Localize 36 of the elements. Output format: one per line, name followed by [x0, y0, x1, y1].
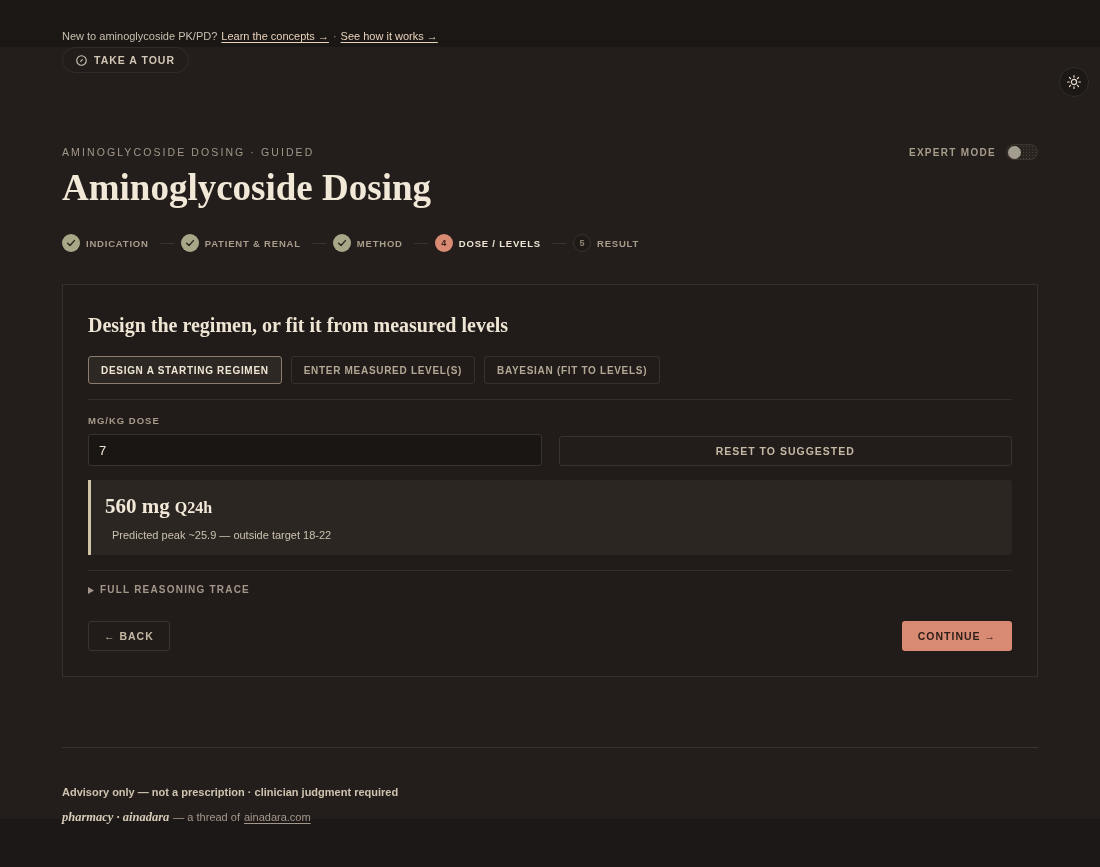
continue-button[interactable]: CONTINUE → [901, 621, 1012, 651]
credit-text: — a thread of [173, 810, 240, 825]
step-label[interactable]: RESULT [597, 237, 640, 249]
step-label[interactable]: PATIENT & RENAL [204, 237, 301, 249]
mode-tab[interactable]: ENTER MEASURED LEVEL(S) [290, 356, 476, 384]
link-separator: · [332, 29, 337, 43]
mode-tab[interactable]: DESIGN A STARTING REGIMEN [88, 356, 282, 384]
sun-icon [1067, 75, 1081, 89]
step-label[interactable]: INDICATION [86, 237, 149, 249]
expert-mode-switch[interactable] [1006, 144, 1038, 160]
compass-icon [76, 54, 87, 66]
banner-text: New to aminoglycoside PK/PD? [62, 29, 218, 43]
reasoning-trace-toggle[interactable]: FULL REASONING TRACE [88, 584, 250, 596]
result-note: Predicted peak ~25.9 — outside target 18-22 [112, 528, 332, 542]
step-label[interactable]: DOSE / LEVELS [458, 237, 541, 249]
back-button[interactable]: ← BACK [88, 621, 170, 651]
page-eyebrow: AMINOGLYCOSIDE DOSING · GUIDED [62, 146, 316, 158]
site-link[interactable]: ainadara.com [243, 809, 311, 825]
disclaimer-text: Advisory only — not a prescription · clinician judgment required [62, 785, 399, 799]
dose-amount: 560 mg [105, 493, 170, 519]
step-number: 4 [434, 234, 453, 252]
expert-mode-label: EXPERT MODE [908, 146, 996, 158]
reset-button[interactable]: RESET TO SUGGESTED [558, 436, 1012, 466]
banner-link[interactable]: Learn the concepts → [221, 29, 329, 43]
banner-link[interactable]: See how it works → [340, 29, 438, 43]
dose-input[interactable]: 7 [88, 434, 542, 466]
dose-field-label: MG/KG DOSE [88, 415, 160, 427]
step-number: 5 [573, 234, 591, 252]
mode-tab[interactable]: BAYESIAN (FIT TO LEVELS) [484, 356, 661, 384]
card-heading: Design the regimen, or fit it from measured levels [88, 313, 510, 338]
caret-icon [88, 586, 94, 594]
take-tour-button[interactable]: TAKE A TOUR [62, 47, 189, 73]
brand-wordmark: pharmacy · ainadara [62, 809, 170, 825]
step-label[interactable]: METHOD [356, 237, 403, 249]
dose-frequency: Q24h [174, 498, 213, 518]
page-title: Aminoglycoside Dosing [62, 166, 431, 210]
